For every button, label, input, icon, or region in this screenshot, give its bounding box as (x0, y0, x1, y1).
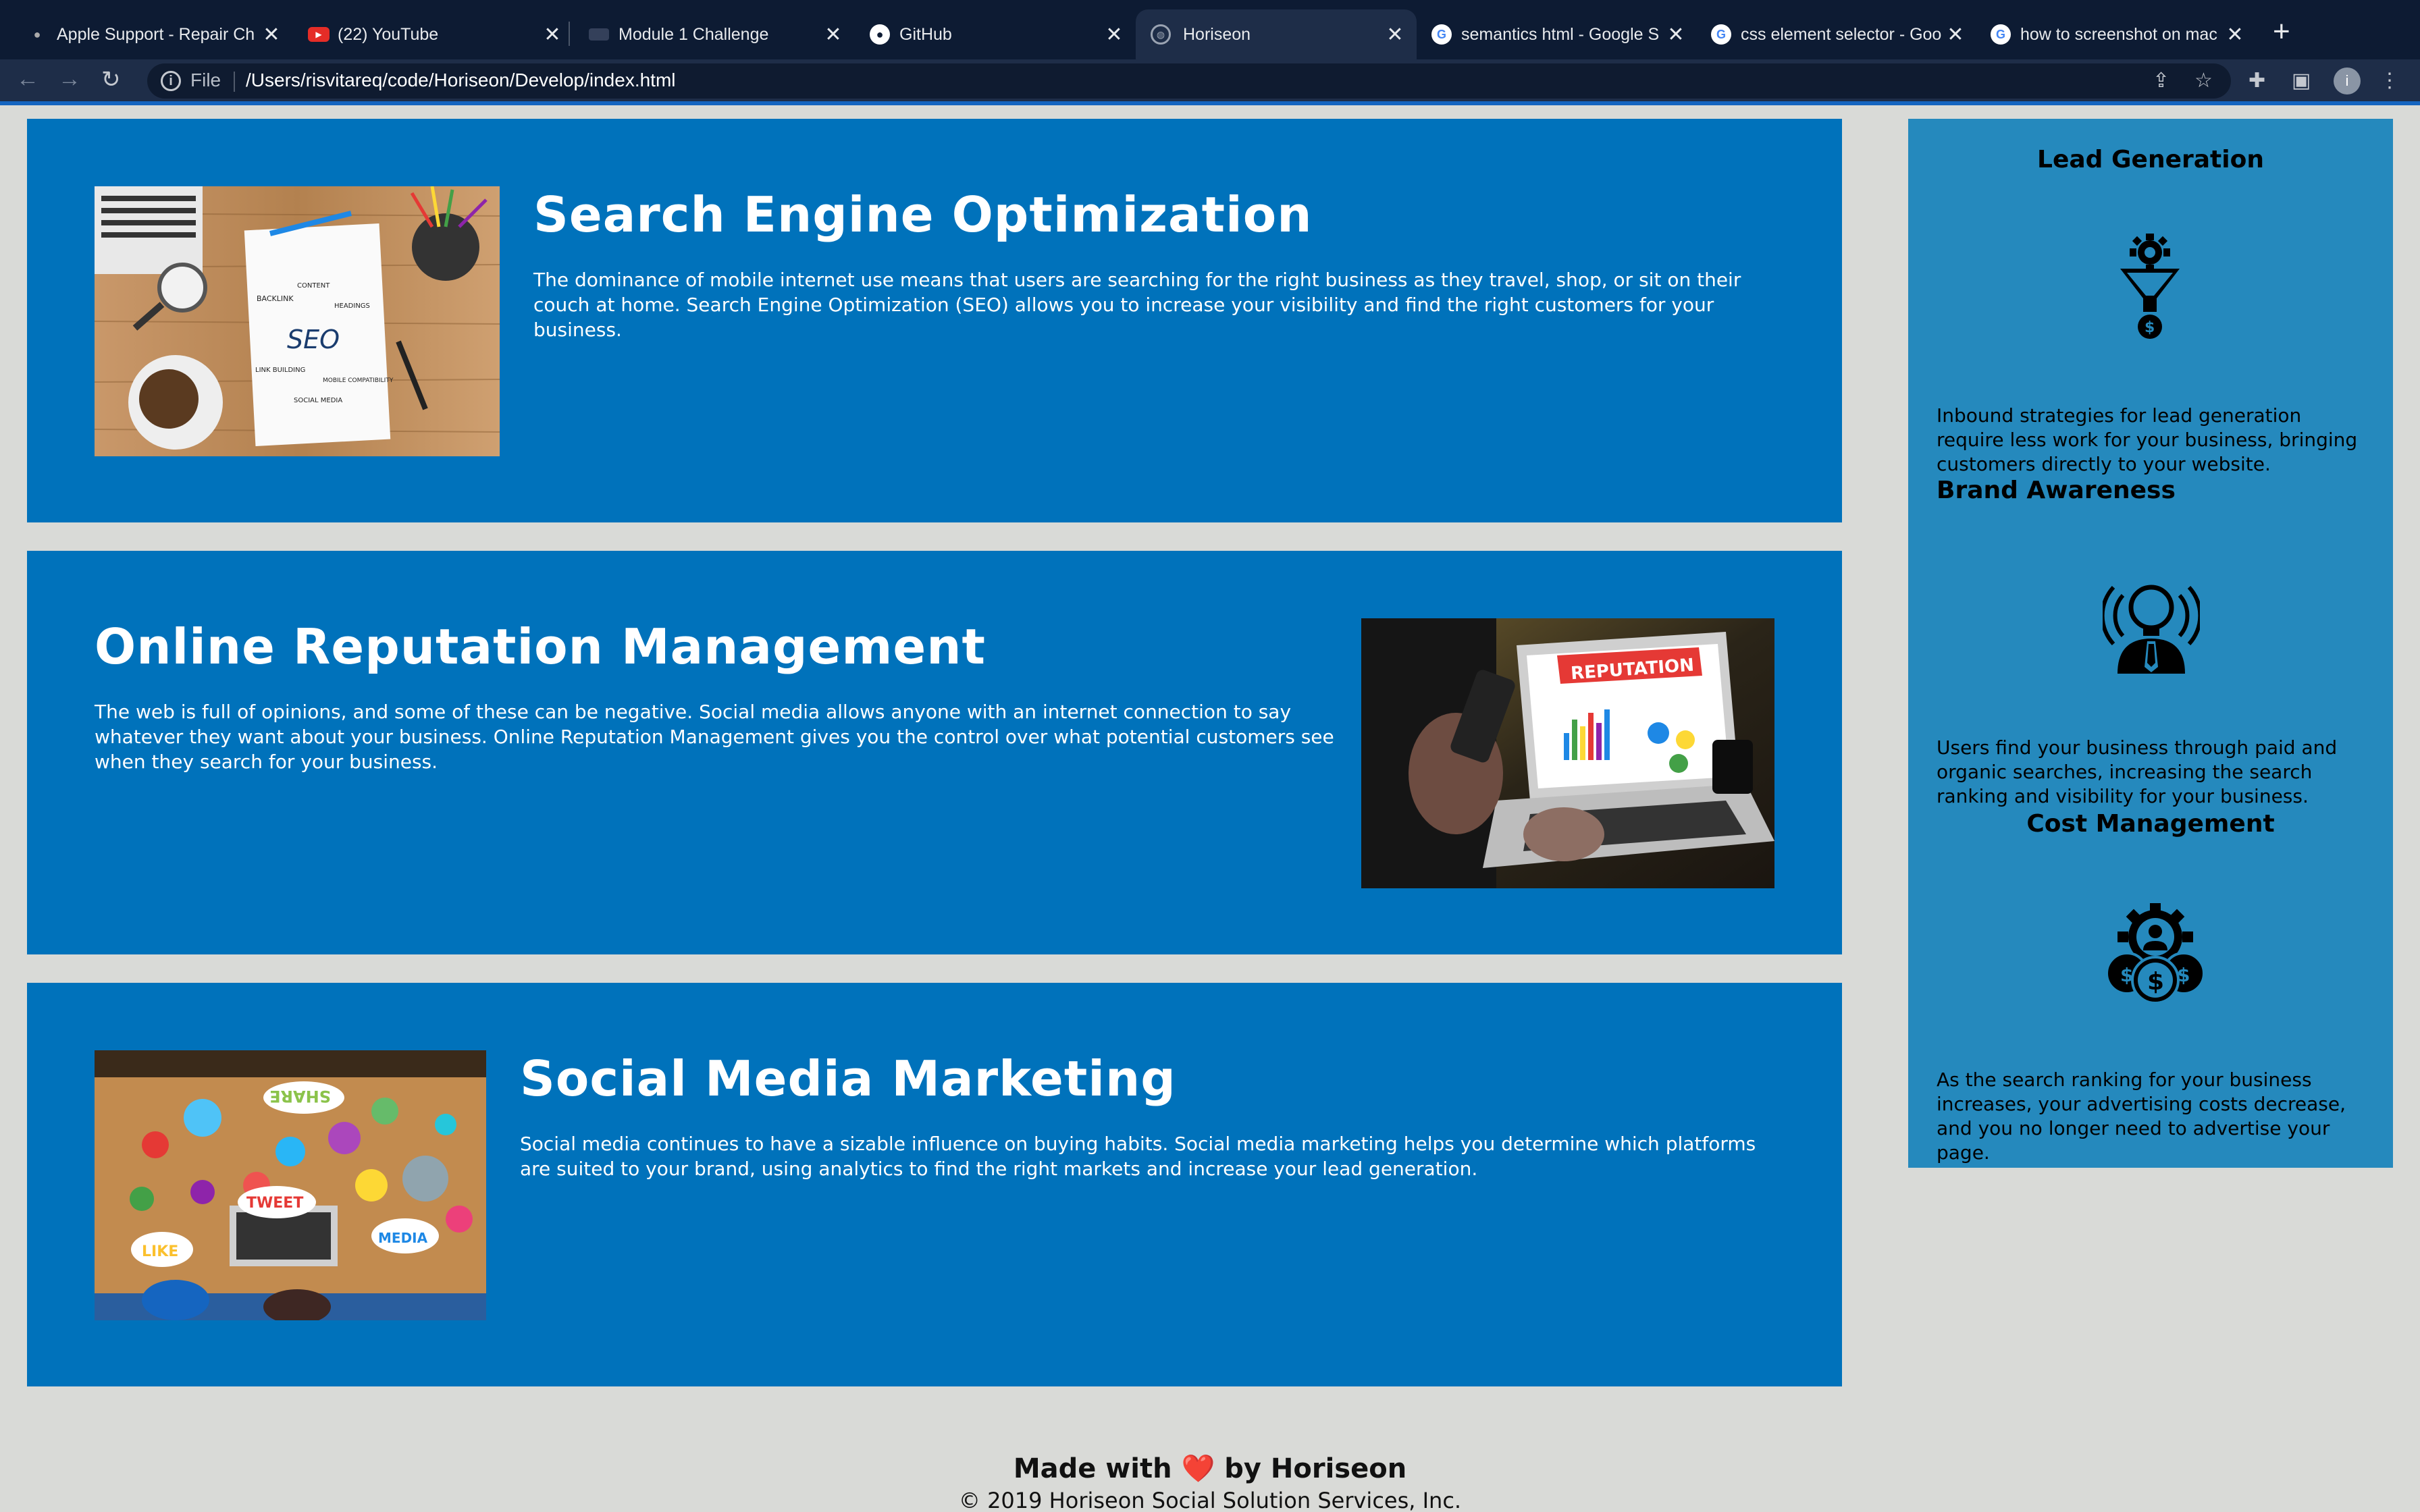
url-scheme-label: File (190, 70, 221, 90)
tab-screenshot-mac[interactable]: G how to screenshot on mac ✕ (1991, 12, 2247, 57)
tab-title: css element selector - Goo (1741, 24, 1942, 44)
tab-youtube[interactable]: ▶ (22) YouTube ✕ (308, 12, 564, 57)
benefit-lead-generation-text: Inbound strategies for lead generation r… (1937, 404, 2358, 475)
more-menu-icon[interactable]: ⋮ (2379, 69, 2400, 92)
seo-image-label: LINK BUILDING (255, 367, 305, 374)
share-icon[interactable]: ⇪ (2153, 69, 2169, 92)
address-bar[interactable]: i File /Users/risvitareq/code/Horiseon/D… (147, 63, 2231, 99)
close-icon[interactable]: ✕ (1383, 23, 1407, 47)
profile-avatar[interactable]: i (2334, 68, 2361, 94)
new-tab-button[interactable]: + (2273, 15, 2290, 49)
footer-made-with-prefix: Made with (1013, 1453, 1172, 1484)
side-panel-icon[interactable]: ▣ (2292, 69, 2311, 92)
tab-github[interactable]: ● GitHub ✕ (870, 12, 1126, 57)
social-image: SHARE TWEET LIKE MEDIA (95, 1050, 486, 1320)
social-image-label: MEDIA (378, 1230, 428, 1246)
footer-made-with: Made with ❤️ by Horiseon (0, 1453, 2420, 1484)
google-icon: G (1711, 24, 1731, 45)
content-card-seo: SEO BACKLINK CONTENT HEADINGS LINK BUILD… (27, 119, 1842, 522)
close-icon[interactable]: ✕ (1102, 23, 1126, 47)
tab-title: GitHub (899, 24, 952, 44)
reputation-heading: Online Reputation Management (95, 618, 986, 675)
extensions-puzzle-icon[interactable]: ✚ (2248, 69, 2265, 92)
benefits-sidebar: Lead Generation $ Inbound strategies for… (1908, 119, 2393, 1168)
svg-text:$: $ (2177, 964, 2190, 986)
tab-title: Module 1 Challenge (619, 24, 769, 44)
apple-icon: ● (33, 27, 41, 41)
content-card-reputation: Online Reputation Management The web is … (27, 551, 1842, 954)
back-arrow-icon[interactable]: ← (16, 66, 39, 92)
benefit-cost-management-title: Cost Management (2026, 810, 2275, 838)
close-icon[interactable]: ✕ (259, 23, 284, 47)
github-icon: ● (870, 24, 890, 45)
lead-funnel-icon: $ (2116, 234, 2184, 345)
seo-image-label: SOCIAL MEDIA (294, 397, 342, 404)
toolbar-accent-line (0, 101, 2420, 105)
reload-icon[interactable]: ↻ (101, 66, 121, 93)
browser-tab-bar: ● Apple Support - Repair Ch ✕ ▶ (22) You… (0, 0, 2420, 59)
svg-text:$: $ (2147, 968, 2164, 996)
tab-module-challenge[interactable]: Module 1 Challenge ✕ (589, 12, 845, 57)
reputation-image: REPUTATION (1361, 618, 1774, 888)
bookmark-star-icon[interactable]: ☆ (2194, 69, 2213, 92)
tab-title: semantics html - Google S (1461, 24, 1660, 44)
seo-image-label: HEADINGS (334, 302, 370, 310)
footer-made-with-suffix: by Horiseon (1224, 1453, 1407, 1484)
close-icon[interactable]: ✕ (1664, 23, 1688, 47)
tab-title: how to screenshot on mac (2020, 24, 2217, 44)
social-image-label: SHARE (269, 1087, 331, 1106)
social-description: Social media continues to have a sizable… (520, 1133, 1756, 1180)
forward-arrow-icon[interactable]: → (58, 66, 81, 92)
seo-description: The dominance of mobile internet use mea… (533, 269, 1741, 341)
seo-image-label: MOBILE COMPATIBILITY (323, 377, 394, 384)
social-image-label: LIKE (142, 1243, 178, 1260)
close-icon[interactable]: ✕ (2223, 23, 2247, 47)
browser-toolbar: ← → ↻ i File /Users/risvitareq/code/Hori… (0, 59, 2420, 103)
tab-semantics-html[interactable]: G semantics html - Google S ✕ (1431, 12, 1688, 57)
close-icon[interactable]: ✕ (1943, 23, 1968, 47)
tab-apple-support[interactable]: ● Apple Support - Repair Ch ✕ (27, 12, 284, 57)
close-icon[interactable]: ✕ (821, 23, 845, 47)
tab-title: Apple Support - Repair Ch (57, 24, 255, 44)
url-text[interactable]: /Users/risvitareq/code/Horiseon/Develop/… (246, 70, 676, 91)
info-icon[interactable]: i (161, 71, 181, 91)
seo-image-label: CONTENT (297, 282, 330, 290)
seo-image-label: BACKLINK (257, 294, 294, 303)
module-icon (589, 28, 609, 40)
google-icon: G (1431, 24, 1452, 45)
tab-title: (22) YouTube (338, 24, 439, 44)
seo-image-label: SEO (287, 325, 340, 354)
benefit-brand-awareness-title: Brand Awareness (1937, 477, 2176, 504)
heart-icon: ❤️ (1181, 1453, 1215, 1484)
globe-icon: ◍ (1151, 24, 1171, 45)
benefit-cost-management-text: As the search ranking for your business … (1937, 1069, 2346, 1164)
close-icon[interactable]: ✕ (540, 23, 564, 47)
lightbulb-person-icon (2100, 568, 2203, 677)
content-card-social: SHARE TWEET LIKE MEDIA Social Media Mark… (27, 983, 1842, 1386)
tab-title: Horiseon (1183, 24, 1251, 44)
address-divider (234, 72, 235, 92)
seo-heading: Search Engine Optimization (533, 186, 1313, 243)
benefit-lead-generation-title: Lead Generation (2037, 146, 2264, 173)
svg-text:$: $ (2145, 319, 2155, 336)
tab-horiseon[interactable]: ◍ Horiseon ✕ (1136, 9, 1417, 59)
social-heading: Social Media Marketing (520, 1050, 1176, 1107)
tab-separator (569, 22, 570, 46)
youtube-icon: ▶ (308, 27, 330, 42)
svg-text:$: $ (2120, 964, 2133, 986)
tab-css-selector[interactable]: G css element selector - Goo ✕ (1711, 12, 1968, 57)
reputation-description: The web is full of opinions, and some of… (95, 701, 1334, 773)
social-image-label: TWEET (246, 1195, 303, 1212)
cost-gear-coins-icon: $ $ $ (2101, 903, 2209, 1008)
footer-copyright: © 2019 Horiseon Social Solution Services… (958, 1488, 1462, 1512)
seo-image: SEO BACKLINK CONTENT HEADINGS LINK BUILD… (95, 186, 500, 456)
google-icon: G (1991, 24, 2011, 45)
benefit-brand-awareness-text: Users find your business through paid an… (1937, 736, 2338, 807)
